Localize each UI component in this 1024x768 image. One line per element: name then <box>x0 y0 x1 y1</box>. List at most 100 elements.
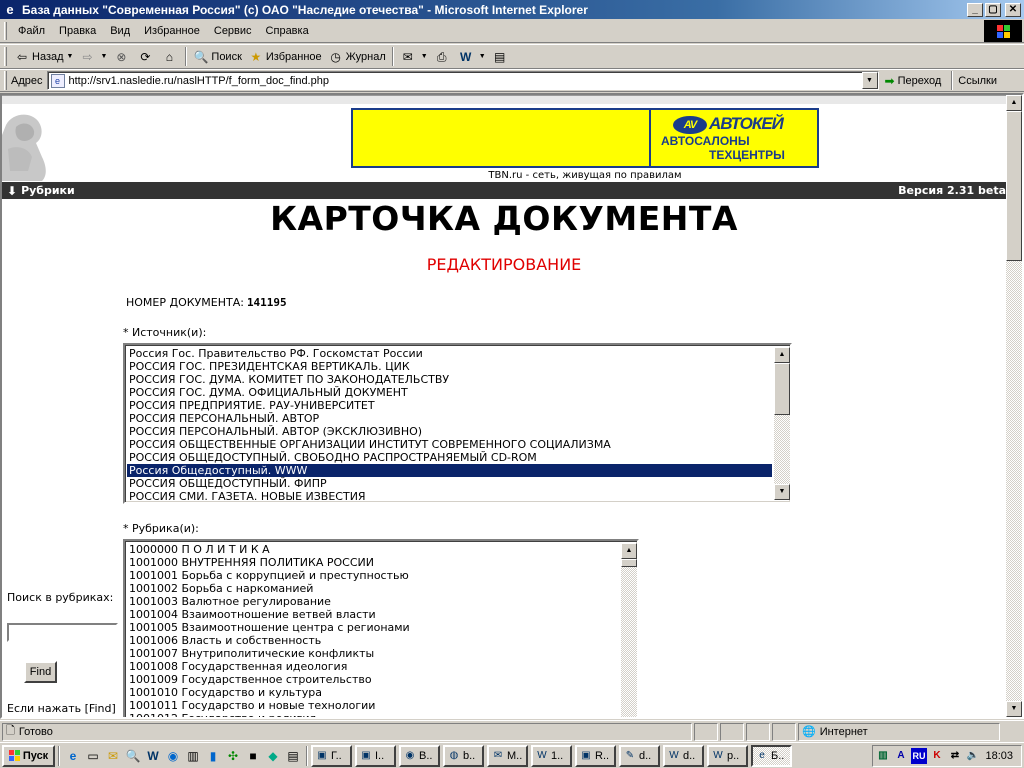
rubric-option[interactable]: 1001012 Государство и религия <box>127 712 410 717</box>
rubric-option[interactable]: 1001008 Государственная идеология <box>127 660 410 673</box>
address-url[interactable]: http://srv1.nasledie.ru/naslHTTP/f_form_… <box>69 75 862 87</box>
rubric-option[interactable]: 1001009 Государственное строительство <box>127 673 410 686</box>
scroll-thumb[interactable] <box>774 363 790 415</box>
font-icon[interactable]: A <box>893 748 909 764</box>
minimize-button[interactable]: _ <box>967 2 983 17</box>
down-arrow-icon[interactable]: ⬇ <box>7 184 17 198</box>
rubric-option[interactable]: 1001007 Внутриполитические конфликты <box>127 647 410 660</box>
show-desktop-icon[interactable]: ▭ <box>84 747 102 765</box>
task-button[interactable]: ◉ B.. <box>399 744 440 767</box>
rubric-option[interactable]: 1001005 Взаимоотношение центра с региона… <box>127 621 410 634</box>
rubrics-link[interactable]: Рубрики <box>21 184 75 197</box>
rubric-option[interactable]: 1001011 Государство и новые технологии <box>127 699 410 712</box>
scroll-up-icon[interactable]: ▲ <box>621 543 637 559</box>
autokey-banner-brand-panel[interactable]: AV АВТОКЕЙ АВТОСАЛОНЫ ТЕХЦЕНТРЫ <box>649 110 817 166</box>
rubric-option[interactable]: 1001006 Власть и собственность <box>127 634 410 647</box>
rubric-option[interactable]: 1000000 П О Л И Т И К А <box>127 543 410 556</box>
scroll-up-icon[interactable]: ▲ <box>774 347 790 363</box>
task-button[interactable]: W 1.. <box>531 744 572 767</box>
task-button[interactable]: ▣ I.. <box>355 744 396 767</box>
menu-help[interactable]: Справка <box>259 25 316 37</box>
find-button[interactable]: Find <box>24 661 57 683</box>
task-button[interactable]: ◍ b.. <box>443 744 484 767</box>
address-grip[interactable] <box>4 71 7 90</box>
scroll-up-icon[interactable]: ▲ <box>1006 95 1022 111</box>
discuss-button[interactable]: ▤ <box>489 46 513 67</box>
sources-scrollbar[interactable]: ▲ ▼ <box>774 347 790 500</box>
window-title-bar[interactable]: e База данных "Современная Россия" (c) О… <box>0 0 1024 19</box>
source-option[interactable]: РОССИЯ ПЕРСОНАЛЬНЫЙ. АВТОР <box>127 412 772 425</box>
scroll-thumb[interactable] <box>621 559 637 567</box>
banner-caption-link[interactable]: TBN.ru - сеть, живущая по правилам <box>351 170 819 181</box>
volume-icon[interactable]: 🔈 <box>965 748 981 764</box>
source-option[interactable]: Россия Гос. Правительство РФ. Госкомстат… <box>127 347 772 360</box>
app-icon[interactable]: ✣ <box>224 747 242 765</box>
scroll-thumb[interactable] <box>1006 111 1022 261</box>
antivirus-icon[interactable]: K <box>929 748 945 764</box>
rubric-search-input[interactable] <box>7 623 118 642</box>
source-option[interactable]: РОССИЯ ГОС. ДУМА. КОМИТЕТ ПО ЗАКОНОДАТЕЛ… <box>127 373 772 386</box>
language-indicator[interactable]: RU <box>911 748 927 764</box>
print-button[interactable]: ⎙ <box>431 46 455 67</box>
edit-button[interactable]: W ▼ <box>455 46 489 67</box>
page-scrollbar[interactable]: ▲ ▼ <box>1006 95 1022 717</box>
task-button[interactable]: ▣ Г.. <box>311 744 352 767</box>
close-button[interactable]: ✕ <box>1005 2 1021 17</box>
task-button[interactable]: ✎ d.. <box>619 744 660 767</box>
sources-listbox[interactable]: Россия Гос. Правительство РФ. Госкомстат… <box>123 343 792 504</box>
menu-file[interactable]: Файл <box>11 25 52 37</box>
forward-dropdown-icon[interactable]: ▼ <box>100 53 107 60</box>
edit-dropdown-icon[interactable]: ▼ <box>479 53 486 60</box>
source-option[interactable]: РОССИЯ ОБЩЕДОСТУПНЫЙ. ФИПР <box>127 477 772 490</box>
terminal-icon[interactable]: ■ <box>244 747 262 765</box>
menu-grip[interactable] <box>4 21 7 40</box>
start-button[interactable]: Пуск <box>2 744 55 767</box>
scroll-down-icon[interactable]: ▼ <box>1006 701 1022 717</box>
mail-button[interactable]: ✉ ▼ <box>397 46 431 67</box>
task-button[interactable]: ✉ M.. <box>487 744 528 767</box>
menu-edit[interactable]: Правка <box>52 25 103 37</box>
autokey-banner[interactable]: AV АВТОКЕЙ АВТОСАЛОНЫ ТЕХЦЕНТРЫ <box>351 108 819 168</box>
menu-view[interactable]: Вид <box>103 25 137 37</box>
rubric-option[interactable]: 1001002 Борьба с наркоманией <box>127 582 410 595</box>
source-option[interactable]: РОССИЯ ОБЩЕСТВЕННЫЕ ОРГАНИЗАЦИИ ИНСТИТУТ… <box>127 438 772 451</box>
links-button[interactable]: Ссылки <box>951 71 997 90</box>
source-option[interactable]: РОССИЯ ГОС. ПРЕЗИДЕНТСКАЯ ВЕРТИКАЛЬ. ЦИК <box>127 360 772 373</box>
access-icon[interactable]: ◆ <box>264 747 282 765</box>
task-button-active[interactable]: e Б.. <box>751 744 792 767</box>
toolbar-grip[interactable] <box>4 47 7 66</box>
maximize-button[interactable]: ▢ <box>985 2 1001 17</box>
rubric-option[interactable]: 1001000 ВНУТРЕННЯЯ ПОЛИТИКА РОССИИ <box>127 556 410 569</box>
tool-icon[interactable]: ▤ <box>284 747 302 765</box>
scroll-down-icon[interactable]: ▼ <box>774 484 790 500</box>
address-dropdown-icon[interactable]: ▼ <box>861 72 878 89</box>
clock[interactable]: 18:03 <box>985 750 1013 762</box>
network-icon[interactable]: ▥ <box>875 748 891 764</box>
home-button[interactable]: ⌂ <box>158 46 182 67</box>
back-button[interactable]: ⇦ Назад ▼ <box>11 46 76 67</box>
task-button[interactable]: Wd.. <box>663 744 704 767</box>
stop-button[interactable]: ⊗ <box>110 46 134 67</box>
rubrics-listbox[interactable]: 1000000 П О Л И Т И К А 1001000 ВНУТРЕННЯ… <box>123 539 639 717</box>
mail-dropdown-icon[interactable]: ▼ <box>421 53 428 60</box>
word-quicklaunch-icon[interactable]: W <box>144 747 162 765</box>
outlook-icon[interactable]: ✉ <box>104 747 122 765</box>
source-option[interactable]: РОССИЯ ОБЩЕДОСТУПНЫЙ. СВОБОДНО РАСПРОСТР… <box>127 451 772 464</box>
favorites-button[interactable]: ★ Избранное <box>245 46 325 67</box>
source-option[interactable]: РОССИЯ ГОС. ДУМА. ОФИЦИАЛЬНЫЙ ДОКУМЕНТ <box>127 386 772 399</box>
menu-favorites[interactable]: Избранное <box>137 25 207 37</box>
chart-icon[interactable]: ▮ <box>204 747 222 765</box>
rubric-option[interactable]: 1001001 Борьба с коррупцией и преступнос… <box>127 569 410 582</box>
source-option[interactable]: РОССИЯ ПРЕДПРИЯТИЕ. РАУ-УНИВЕРСИТЕТ <box>127 399 772 412</box>
search-button[interactable]: 🔍 Поиск <box>190 46 244 67</box>
source-option-selected[interactable]: Россия Общедоступный. WWW <box>127 464 772 477</box>
source-option[interactable]: РОССИЯ СМИ. ГАЗЕТА. НОВЫЕ ИЗВЕСТИЯ <box>127 490 772 502</box>
history-button[interactable]: ◷ Журнал <box>325 46 389 67</box>
task-button[interactable]: Wp.. <box>707 744 748 767</box>
explorer-icon[interactable]: 🔍 <box>124 747 142 765</box>
notepad-quicklaunch-icon[interactable]: ▥ <box>184 747 202 765</box>
forward-button[interactable]: ⇨ ▼ <box>76 46 110 67</box>
menu-tools[interactable]: Сервис <box>207 25 259 37</box>
ie-quicklaunch-icon[interactable]: e <box>64 747 82 765</box>
sync-icon[interactable]: ⇄ <box>947 748 963 764</box>
